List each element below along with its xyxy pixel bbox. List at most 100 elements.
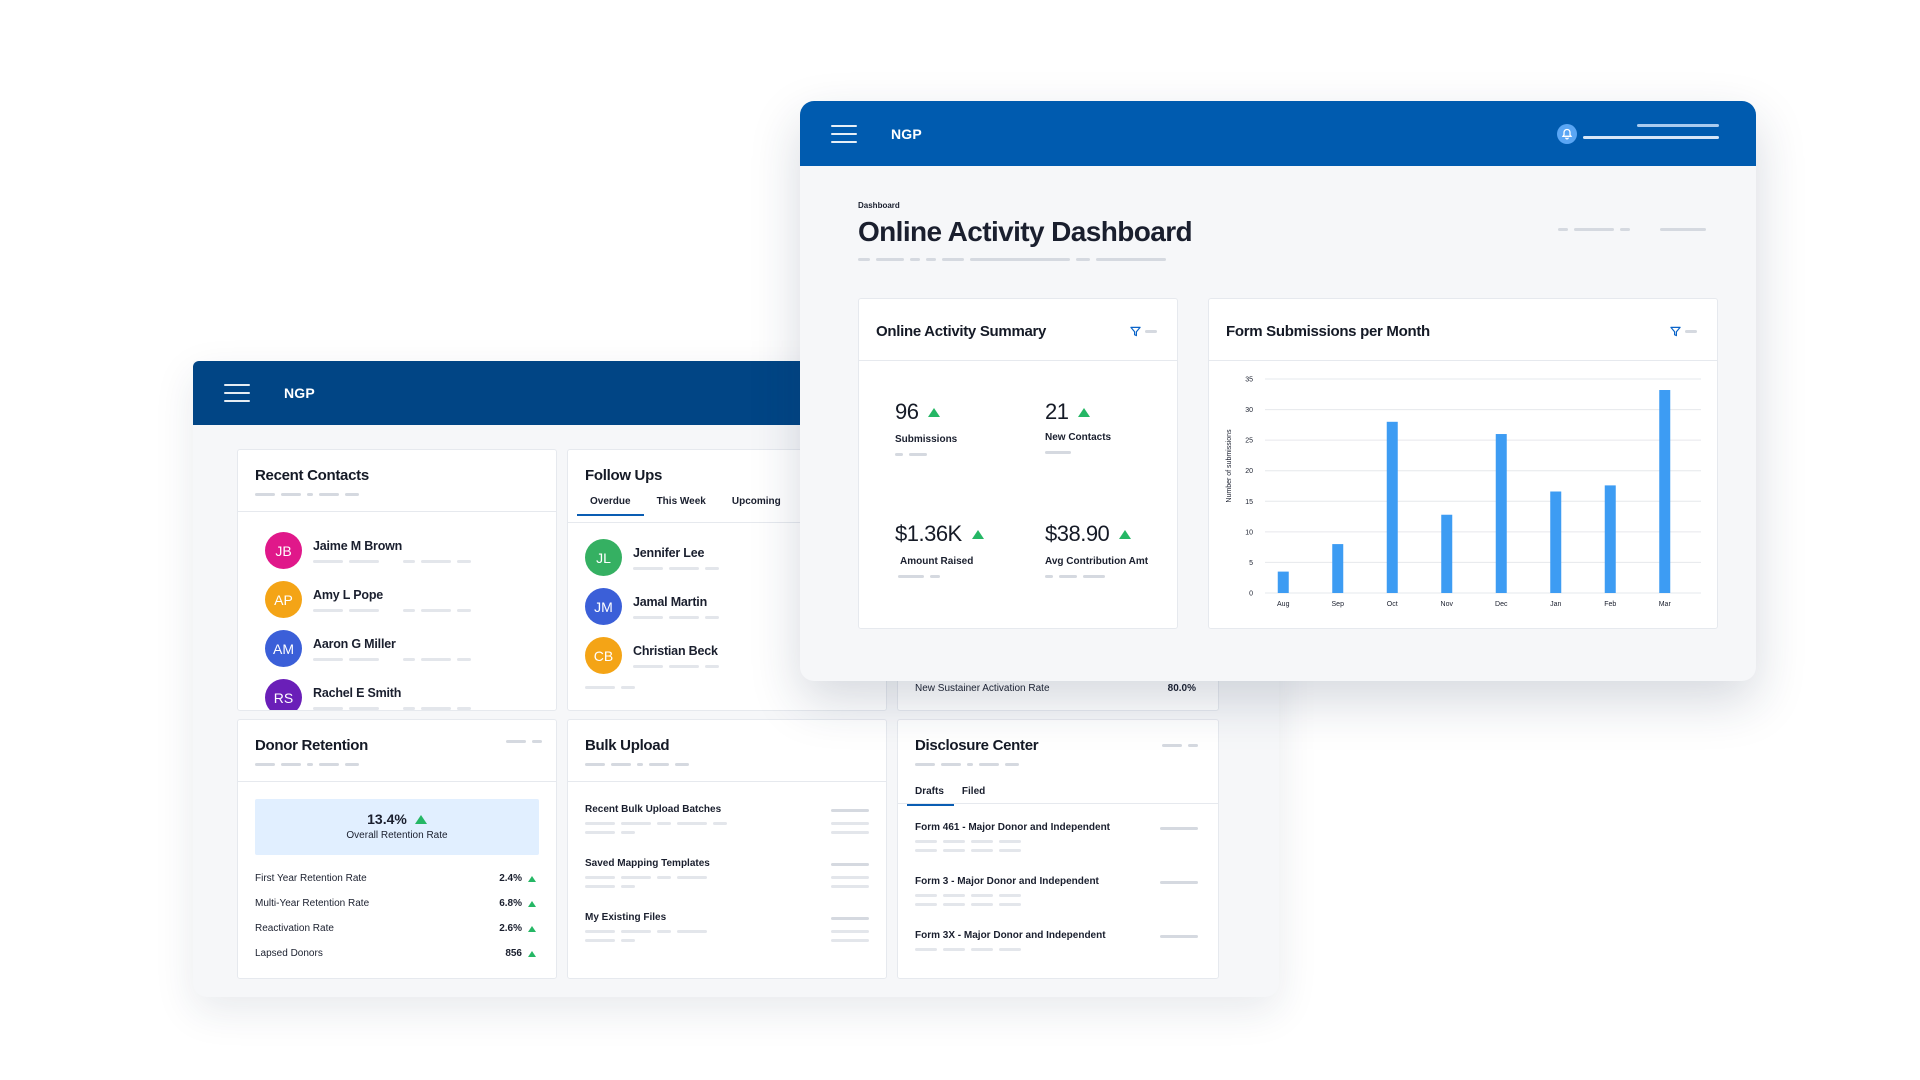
x-tick-label: Jan — [1550, 601, 1561, 608]
form-submissions-chart-card: Form Submissions per Month 0 5 10 15 20 25 30 3… — [1208, 298, 1718, 629]
bar-chart: 05101520253035 Aug Sep Oct Nov Dec Jan Feb Mar … — [1226, 377, 1701, 608]
metric-value: 6.8% — [499, 898, 522, 909]
kpi-amount-raised: $1.36K Amount Raised — [895, 521, 984, 578]
disclosure-list: Form 461 - Major Donor and Independent F… — [898, 804, 1218, 951]
brand-logo: NGP — [891, 125, 922, 142]
tab-overdue[interactable]: Overdue — [577, 496, 644, 516]
metric-row: Multi-Year Retention Rate 6.8% — [255, 898, 536, 909]
tab-upcoming[interactable]: Upcoming — [719, 496, 794, 516]
kpi-label: New Contacts — [1045, 432, 1112, 443]
card-title: Recent Contacts — [255, 467, 369, 484]
stage: NGP Recent Contacts JB Jaime M Brown AP … — [0, 0, 1920, 1080]
filter-icon[interactable] — [1670, 326, 1681, 337]
kpi-value: 21 — [1045, 399, 1069, 424]
disclosure-center-card: Disclosure Center Drafts Filed Form 461 … — [897, 719, 1219, 979]
list-item[interactable]: Form 3 - Major Donor and Independent — [915, 876, 1198, 906]
user-menu[interactable] — [1583, 123, 1738, 145]
metric-label: New Sustainer Activation Rate — [915, 683, 1050, 694]
brand-logo: NGP — [284, 385, 315, 401]
kpi-label: Avg Contribution Amt — [1045, 556, 1149, 567]
list-item[interactable]: RS Rachel E Smith — [265, 679, 556, 710]
kpi-submissions: 96 Submissions — [895, 399, 957, 456]
avatar: AP — [265, 581, 302, 618]
card-title: Donor Retention — [255, 737, 368, 754]
metric-label: Reactivation Rate — [255, 923, 334, 934]
filter-icon[interactable] — [1130, 326, 1141, 337]
kpi-avg-contribution: $38.90 Avg Contribution Amt — [1045, 521, 1148, 578]
bar[interactable] — [1441, 514, 1453, 593]
list-item[interactable]: My Existing Files — [585, 912, 869, 942]
card-header: Donor Retention — [238, 720, 556, 782]
bar[interactable] — [1550, 491, 1562, 593]
list-item[interactable]: Saved Mapping Templates — [585, 858, 869, 888]
trend-up-icon — [528, 900, 536, 907]
avatar: JB — [265, 532, 302, 569]
card-title: Disclosure Center — [915, 737, 1039, 754]
list-item[interactable]: AP Amy L Pope — [265, 581, 556, 618]
list-item[interactable]: Form 461 - Major Donor and Independent — [915, 822, 1198, 852]
list-item[interactable]: JB Jaime M Brown — [265, 532, 556, 569]
x-tick-label: Sep — [1332, 601, 1345, 608]
kpi-value: 96 — [895, 399, 919, 424]
bulk-list: Recent Bulk Upload Batches Saved Mapping… — [568, 782, 886, 942]
list-item[interactable]: Form 3X - Major Donor and Independent — [915, 930, 1198, 951]
online-activity-summary-card: Online Activity Summary 96 Submissions 2… — [858, 298, 1178, 629]
hamburger-menu-icon[interactable] — [224, 384, 250, 402]
retention-metrics: First Year Retention Rate 2.4% Multi-Year… — [238, 855, 556, 959]
bar[interactable] — [1332, 544, 1344, 593]
contact-list: JB Jaime M Brown AP Amy L Pope AM Aaron … — [238, 512, 556, 710]
list-item[interactable]: AM Aaron G Miller — [265, 630, 556, 667]
contact-name: Jaime M Brown — [313, 539, 403, 553]
y-tick-label: 0 — [1249, 591, 1253, 598]
contact-name: Christian Beck — [633, 644, 718, 658]
bar[interactable] — [1277, 571, 1289, 593]
top-nav-bar: NGP — [800, 101, 1756, 166]
avatar: CB — [585, 637, 622, 674]
trend-up-icon — [928, 407, 941, 417]
x-tick-label: Feb — [1604, 601, 1616, 608]
kpi-label: Amount Raised — [900, 556, 974, 567]
hamburger-menu-icon[interactable] — [831, 124, 857, 143]
avatar: RS — [265, 679, 302, 710]
contact-name: Rachel E Smith — [313, 686, 402, 700]
x-tick-label: Dec — [1495, 601, 1508, 608]
avatar: AM — [265, 630, 302, 667]
bar[interactable] — [1386, 421, 1398, 593]
card-header: Recent Contacts — [238, 450, 556, 512]
metric-label: First Year Retention Rate — [255, 873, 367, 884]
trend-up-icon — [1078, 407, 1091, 417]
card-header: Bulk Upload — [568, 720, 886, 782]
card-header: Form Submissions per Month — [1209, 299, 1717, 361]
placeholder — [255, 493, 539, 496]
tab-filed[interactable]: Filed — [954, 786, 993, 806]
tab-this-week[interactable]: This Week — [644, 496, 719, 516]
bulk-upload-card: Bulk Upload Recent Bulk Upload Batches S… — [567, 719, 887, 979]
form-label: Form 3 - Major Donor and Independent — [915, 876, 1099, 887]
metric-row: Reactivation Rate 2.6% — [255, 923, 536, 934]
bar[interactable] — [1604, 485, 1616, 593]
contact-name: Aaron G Miller — [313, 637, 396, 651]
y-tick-label: 5 — [1249, 560, 1253, 567]
sustainer-row: New Sustainer Activation Rate 80.0% — [915, 683, 1196, 694]
card-title: Bulk Upload — [585, 737, 670, 754]
breadcrumb[interactable]: Dashboard — [858, 201, 1192, 210]
kpi-value: $38.90 — [1045, 521, 1110, 546]
overall-retention-value: 13.4% — [367, 811, 407, 827]
page-actions-placeholder — [1558, 228, 1706, 231]
chart-grid — [1265, 378, 1701, 594]
card-header: Online Activity Summary — [859, 299, 1177, 361]
bar[interactable] — [1495, 434, 1507, 593]
card-title: Online Activity Summary — [876, 323, 1047, 340]
x-tick-label: Mar — [1659, 601, 1672, 608]
kpi-new-contacts: 21 New Contacts — [1045, 399, 1111, 454]
page-title: Online Activity Dashboard — [858, 216, 1193, 247]
bar[interactable] — [1659, 390, 1671, 593]
tab-drafts[interactable]: Drafts — [907, 786, 954, 806]
bell-icon[interactable] — [1557, 124, 1577, 144]
trend-up-icon — [528, 950, 536, 957]
avatar: JL — [585, 539, 622, 576]
donor-retention-card: Donor Retention 13.4% Overall Retention … — [237, 719, 557, 979]
list-item[interactable]: Recent Bulk Upload Batches — [585, 804, 869, 834]
overall-retention-label: Overall Retention Rate — [346, 830, 448, 841]
y-tick-label: 15 — [1245, 499, 1253, 506]
